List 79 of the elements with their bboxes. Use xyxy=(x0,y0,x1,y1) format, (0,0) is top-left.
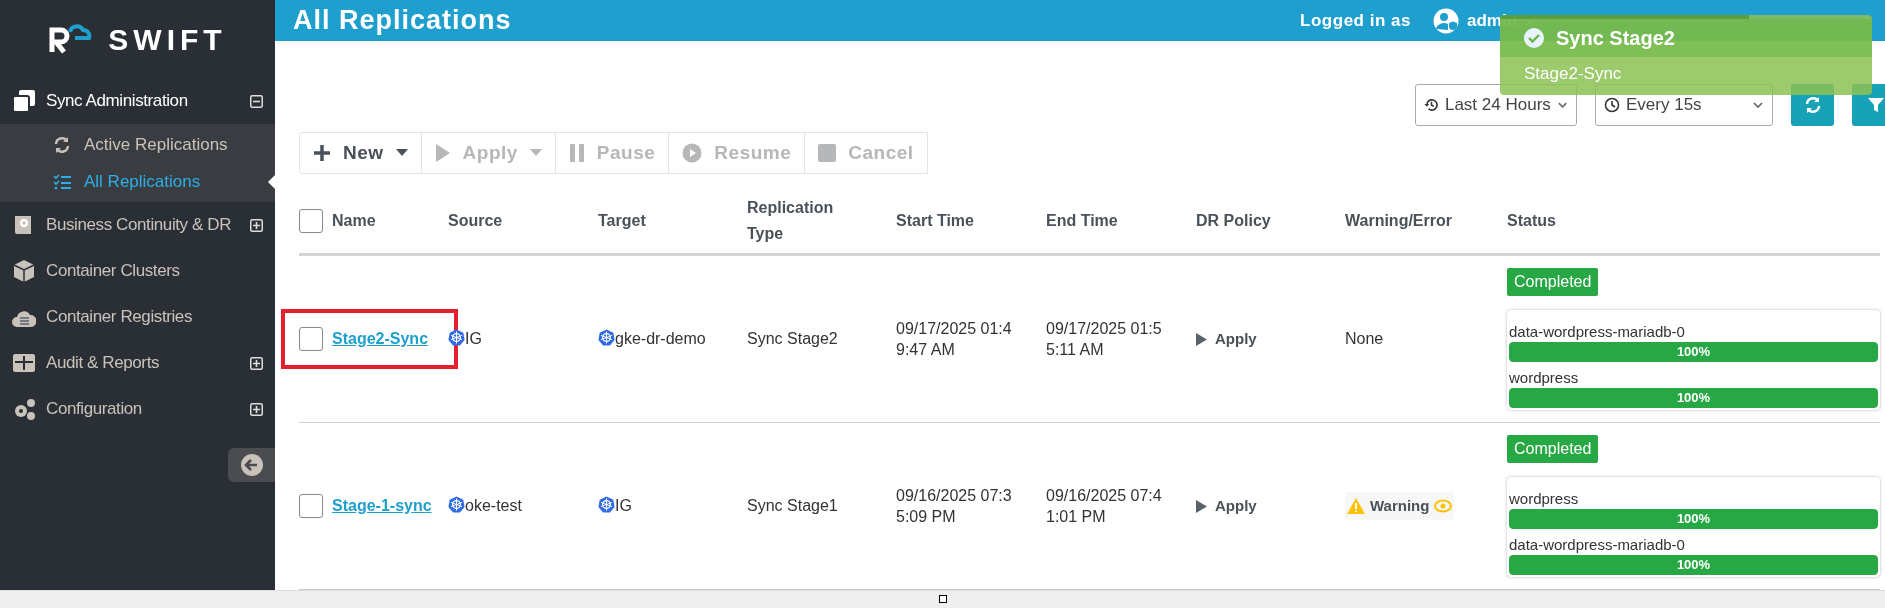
sidebar-item[interactable]: Container Clusters xyxy=(0,248,275,294)
kubernetes-wheel-icon xyxy=(598,328,615,346)
play-circle-icon xyxy=(682,143,703,163)
table-cell-text: 09/16/2025 07:41:01 PM xyxy=(1046,486,1163,527)
table-cell-text: gke-dr-demo xyxy=(615,329,706,349)
gears-icon xyxy=(12,397,36,421)
toast-message: Stage2-Sync xyxy=(1524,64,1622,83)
table-cell-text: 09/17/2025 01:55:11 AM xyxy=(1046,319,1163,360)
progress-reading: 100% xyxy=(1675,343,1712,362)
sidebar-item[interactable]: Configuration xyxy=(0,386,275,432)
table-cell: None xyxy=(1345,330,1384,347)
volume-name: data-wordpress-mariadb-0 xyxy=(1509,322,1686,342)
sidebar-subitem[interactable]: All Replications xyxy=(0,163,275,200)
active-pointer xyxy=(268,175,275,189)
table-cell-text: oke-test xyxy=(465,496,522,516)
sidebar-subitem[interactable]: Active Replications xyxy=(0,126,275,163)
progress-reading: 100% xyxy=(1675,510,1712,529)
kubernetes-wheel-icon xyxy=(448,495,465,513)
kubernetes-wheel-icon xyxy=(448,328,465,346)
column-header[interactable]: DR Policy xyxy=(1196,208,1271,233)
clock-icon xyxy=(1604,97,1620,114)
table-cell-text: 09/16/2025 07:35:09 PM xyxy=(896,486,1013,527)
sidebar-item[interactable]: Sync Administration xyxy=(0,78,275,124)
column-header[interactable]: Start Time xyxy=(896,208,974,233)
history-icon xyxy=(1424,97,1439,114)
column-header[interactable]: Warning/Error xyxy=(1345,208,1452,233)
volume-name: wordpress xyxy=(1509,489,1580,509)
table-cell-text: IG xyxy=(465,329,482,349)
sidebar-item[interactable]: Container Registries xyxy=(0,294,275,340)
user-shield-icon xyxy=(1432,7,1459,34)
status-badge: Completed xyxy=(1507,268,1599,296)
resize-handle[interactable] xyxy=(938,595,947,603)
column-header[interactable]: End Time xyxy=(1046,208,1118,233)
logo-text: SWIFT xyxy=(108,21,227,58)
table-cell-text: IG xyxy=(615,496,632,516)
collapse-sidebar-button[interactable] xyxy=(228,448,275,482)
cube-icon xyxy=(12,259,36,283)
play-icon xyxy=(434,143,451,163)
refresh-icon xyxy=(1803,96,1822,115)
plus-icon xyxy=(313,144,331,162)
column-header[interactable]: Source xyxy=(448,208,503,233)
toast-title: Sync Stage2 xyxy=(1556,26,1675,51)
table-icon xyxy=(12,351,36,375)
windows-icon xyxy=(12,89,36,113)
apply-policy-button[interactable]: Apply xyxy=(1196,494,1257,518)
progress-reading: 100% xyxy=(1675,556,1712,575)
sidebar-item[interactable]: Business Continuity & DR xyxy=(0,202,275,248)
sidebar-item[interactable]: Audit & Reports xyxy=(0,340,275,386)
checkbox[interactable] xyxy=(299,208,323,233)
volume-name: wordpress xyxy=(1509,368,1580,388)
pause-icon xyxy=(568,144,585,162)
checklist-icon xyxy=(53,172,71,191)
progress-reading: 100% xyxy=(1675,389,1712,408)
play-icon xyxy=(1196,499,1207,513)
table-cell: Sync Stage1 xyxy=(747,497,838,514)
column-header[interactable]: Name xyxy=(332,208,376,233)
stop-icon xyxy=(818,144,837,162)
checkbox[interactable] xyxy=(299,327,323,351)
warning-button[interactable]: Warning xyxy=(1345,491,1455,521)
checkbox[interactable] xyxy=(299,494,323,518)
play-icon xyxy=(1196,332,1207,346)
toolbar-button[interactable]: New xyxy=(299,132,422,174)
apply-policy-button[interactable]: Apply xyxy=(1196,327,1257,351)
check-circle-icon xyxy=(1524,28,1544,48)
filter-icon xyxy=(1867,96,1885,115)
warning-icon xyxy=(1347,498,1365,514)
table-cell-text: 09/17/2025 01:49:47 AM xyxy=(896,319,1013,360)
eye-icon xyxy=(1434,499,1453,513)
status-badge: Completed xyxy=(1507,435,1599,463)
logged-in-label: Logged in as xyxy=(1300,9,1411,32)
volume-name: data-wordpress-mariadb-0 xyxy=(1509,535,1686,555)
arrow-left-icon xyxy=(239,453,264,477)
column-header[interactable]: Replication Type xyxy=(747,194,837,247)
column-header[interactable]: Status xyxy=(1507,208,1556,233)
column-header[interactable]: Target xyxy=(598,208,646,233)
page-title: All Replications xyxy=(293,4,513,38)
table-cell: Sync Stage2 xyxy=(747,330,838,347)
kubernetes-wheel-icon xyxy=(598,495,615,513)
refresh-icon xyxy=(53,135,71,154)
